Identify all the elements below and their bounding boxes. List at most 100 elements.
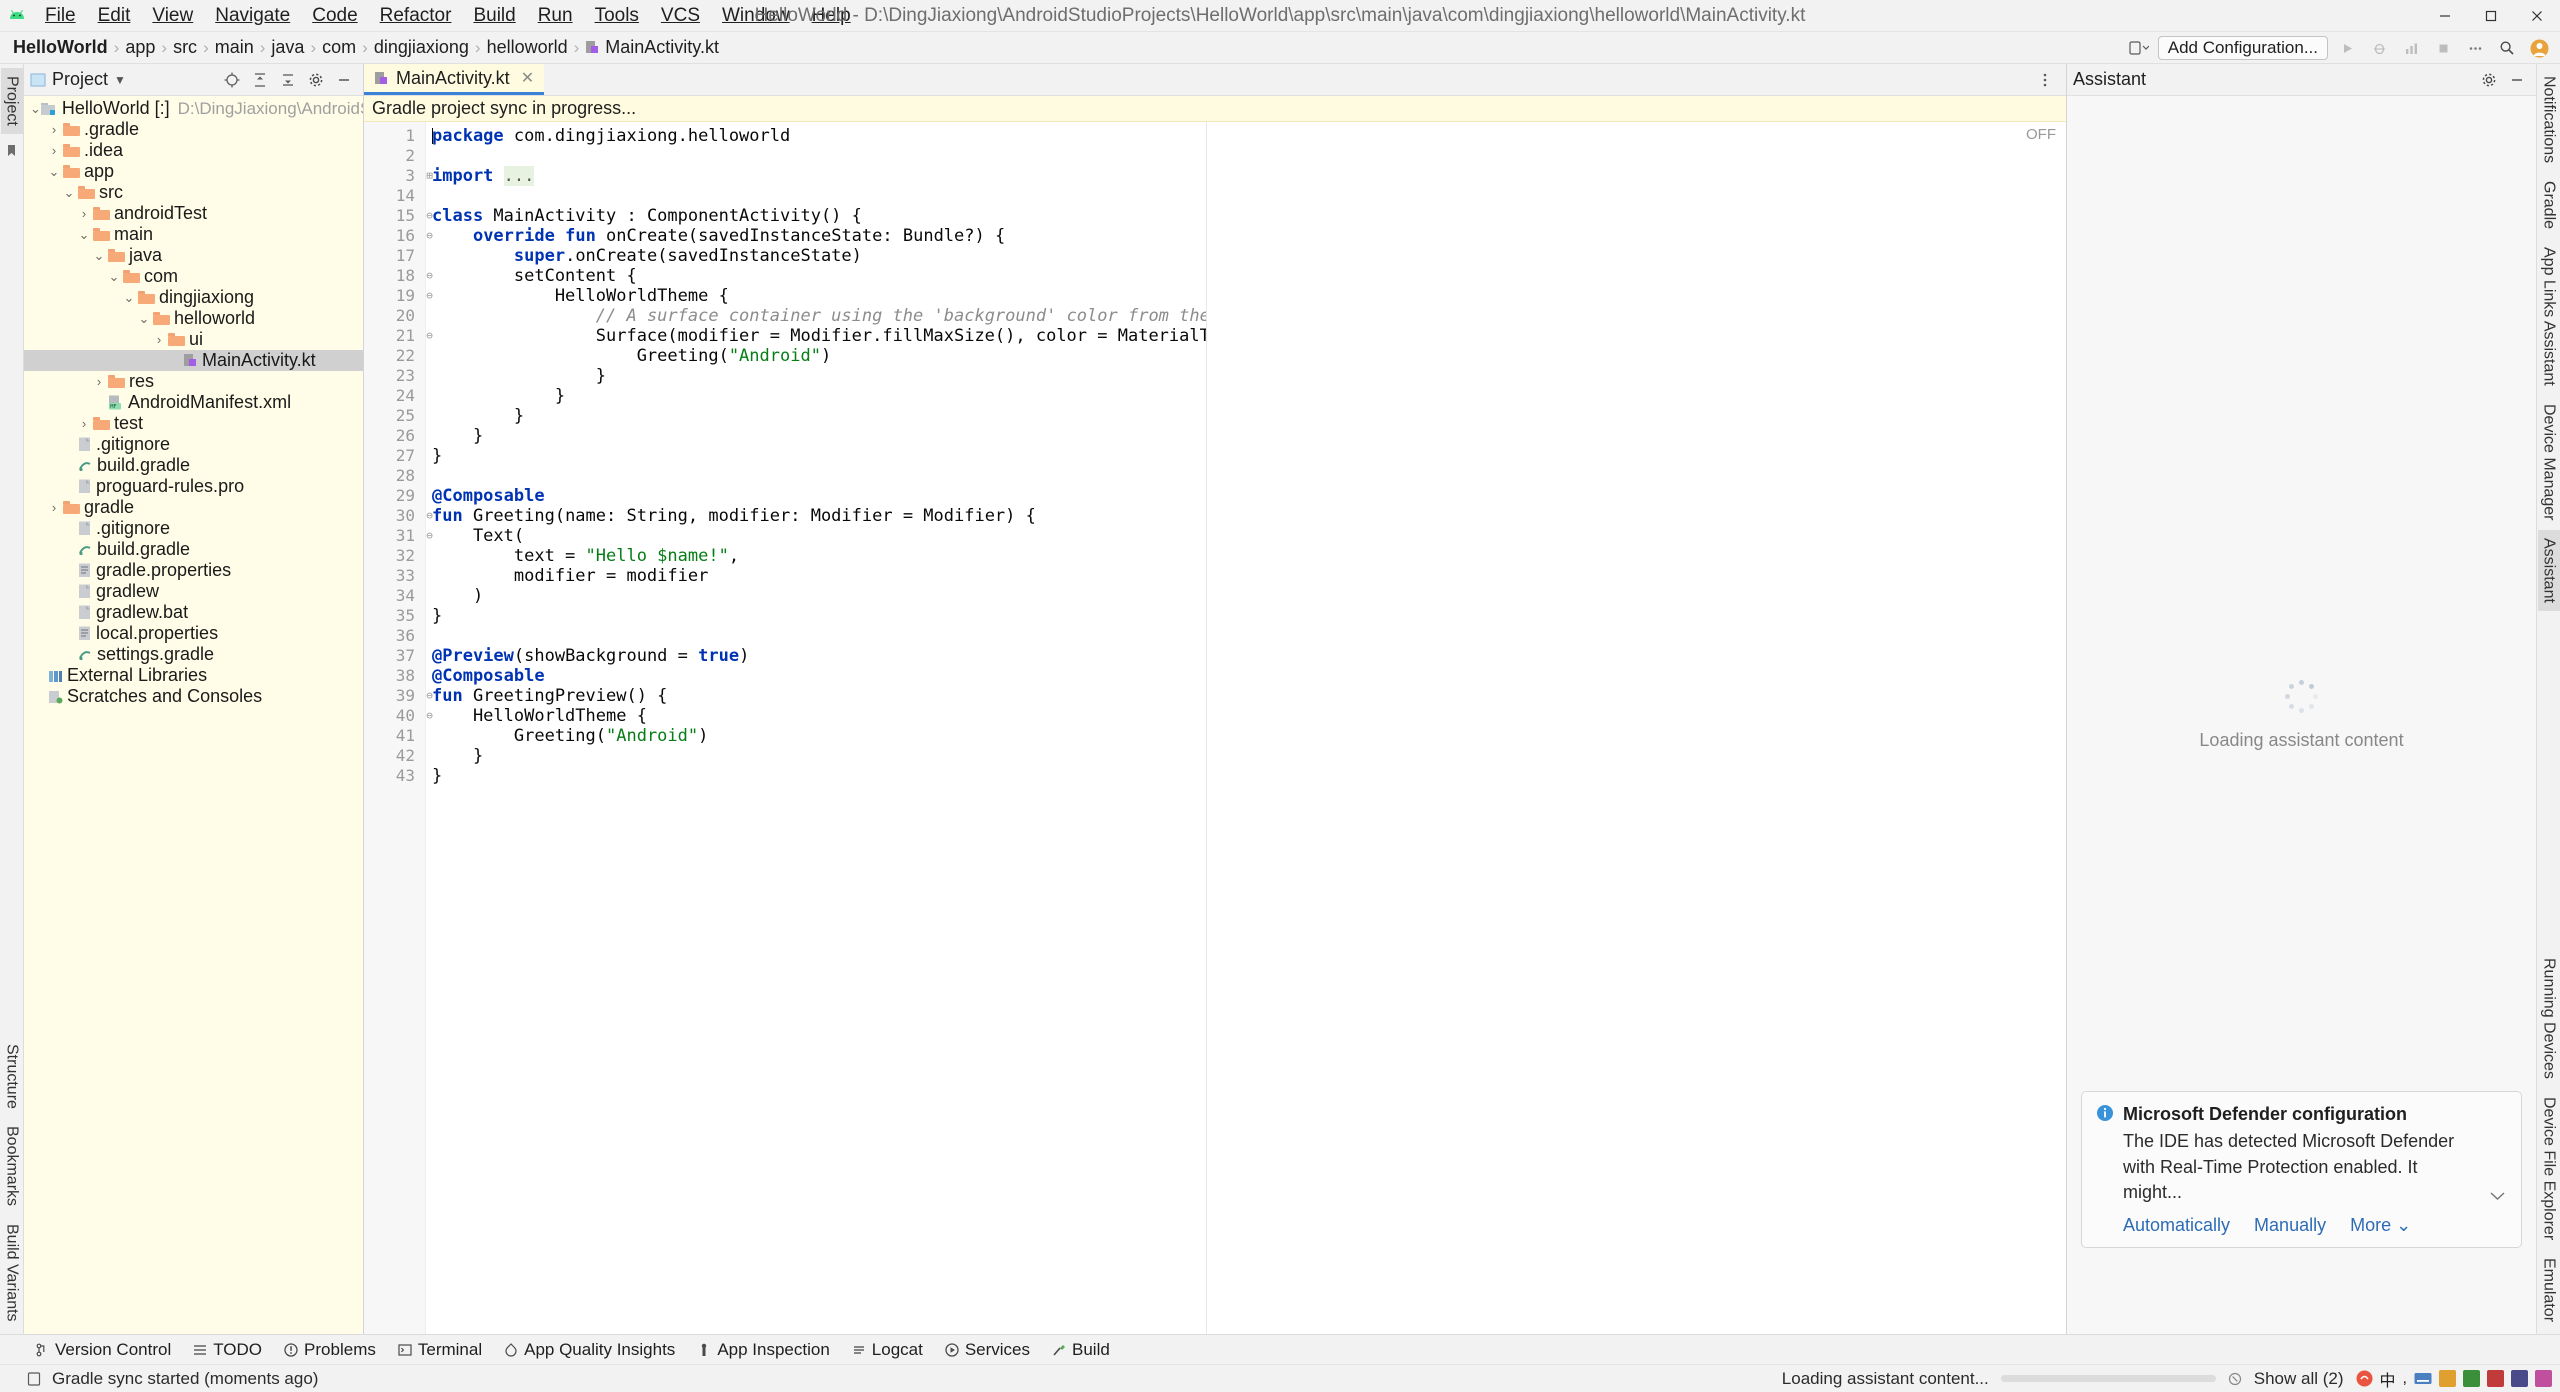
line-number[interactable]: 22	[364, 346, 425, 366]
tree-node-gradle-properties[interactable]: gradle.properties	[24, 560, 363, 581]
tool-window-services[interactable]: Services	[936, 1337, 1039, 1363]
tree-node-helloworld[interactable]: ⌄ helloworld	[24, 308, 363, 329]
code-line[interactable]: }	[432, 366, 1206, 386]
expand-all-icon[interactable]	[247, 68, 273, 92]
line-number[interactable]: 28	[364, 466, 425, 486]
line-number[interactable]: 30 ⊖	[364, 506, 433, 526]
editor-tab-mainactivity[interactable]: MainActivity.kt ✕	[364, 64, 545, 95]
chevron-down-icon[interactable]: ▼	[114, 73, 126, 87]
code-line[interactable]: override fun onCreate(savedInstanceState…	[432, 226, 1206, 246]
code-line[interactable]: }	[432, 746, 1206, 766]
line-number[interactable]: 2	[364, 146, 425, 166]
code-line[interactable]: Surface(modifier = Modifier.fillMaxSize(…	[432, 326, 1206, 346]
avatar[interactable]	[2526, 36, 2552, 60]
line-number[interactable]: 29	[364, 486, 425, 506]
code-line[interactable]: text = "Hello $name!",	[432, 546, 1206, 566]
tool-window-build[interactable]: Build	[1043, 1337, 1119, 1363]
code-line[interactable]: HelloWorldTheme {	[432, 706, 1206, 726]
breadcrumb-item-src[interactable]: src	[168, 35, 202, 60]
menu-tools[interactable]: Tools	[584, 1, 650, 31]
chevron-down-icon[interactable]: ⌄	[90, 248, 108, 264]
code-line[interactable]: HelloWorldTheme {	[432, 286, 1206, 306]
chevron-down-icon[interactable]: ⌄	[45, 164, 63, 180]
notification-action-manually[interactable]: Manually	[2254, 1215, 2326, 1236]
event-log-icon[interactable]	[26, 1371, 42, 1387]
line-number[interactable]: 35	[364, 606, 425, 626]
tree-node-scratches-and-consoles[interactable]: Scratches and Consoles	[24, 686, 363, 707]
code-line[interactable]	[432, 466, 1206, 486]
tree-node-gradlew-bat[interactable]: gradlew.bat	[24, 602, 363, 623]
line-number[interactable]: 43	[364, 766, 425, 786]
rail-bookmark-icon[interactable]	[3, 136, 20, 165]
tree-node-java[interactable]: ⌄ java	[24, 245, 363, 266]
gear-icon[interactable]	[303, 68, 329, 92]
line-number[interactable]: 23	[364, 366, 425, 386]
breadcrumb-item-dingjiaxiong[interactable]: dingjiaxiong	[369, 35, 474, 60]
code-line[interactable]: }	[432, 386, 1206, 406]
code-line[interactable]: @Preview(showBackground = true)	[432, 646, 1206, 666]
line-number[interactable]: 34	[364, 586, 425, 606]
line-number[interactable]: 27	[364, 446, 425, 466]
code-line[interactable]: @Composable	[432, 486, 1206, 506]
gear-icon[interactable]	[2476, 68, 2502, 92]
line-number[interactable]: 19 ⊖	[364, 286, 433, 306]
notification-action-automatically[interactable]: Automatically	[2123, 1215, 2230, 1236]
collapse-all-icon[interactable]	[275, 68, 301, 92]
sidebar-item-running-devices[interactable]: Running Devices	[2538, 950, 2560, 1087]
code-line[interactable]: Greeting("Android")	[432, 726, 1206, 746]
menu-refactor[interactable]: Refactor	[369, 1, 463, 31]
sidebar-item-device-file-explorer[interactable]: Device File Explorer	[2538, 1089, 2560, 1248]
menu-file[interactable]: File	[34, 1, 87, 31]
line-number[interactable]: 31 ⊖	[364, 526, 433, 546]
profile-icon[interactable]	[2398, 36, 2424, 60]
line-number[interactable]: 42	[364, 746, 425, 766]
line-number[interactable]: 41	[364, 726, 425, 746]
chevron-right-icon[interactable]: ›	[90, 374, 108, 389]
line-number[interactable]: 39 ⊖	[364, 686, 433, 706]
sidebar-item-assistant[interactable]: Assistant	[2537, 530, 2560, 612]
code-line[interactable]: }	[432, 406, 1206, 426]
tray-icon-4[interactable]	[2511, 1370, 2528, 1387]
code-line[interactable]: setContent {	[432, 266, 1206, 286]
tray-icon-1[interactable]	[2439, 1370, 2456, 1387]
add-configuration-button[interactable]: Add Configuration...	[2157, 36, 2328, 60]
tray-icon-2[interactable]	[2463, 1370, 2480, 1387]
tree-node-local-properties[interactable]: local.properties	[24, 623, 363, 644]
line-number[interactable]: 15 ⊖	[364, 206, 433, 226]
language-indicator[interactable]: 中	[2380, 1367, 2396, 1391]
tree-node--idea[interactable]: › .idea	[24, 140, 363, 161]
breadcrumb-item-file[interactable]: MainActivity.kt	[580, 35, 724, 60]
code-line[interactable]: modifier = modifier	[432, 566, 1206, 586]
line-number[interactable]: 40 ⊖	[364, 706, 433, 726]
menu-view[interactable]: View	[141, 1, 204, 31]
code-line[interactable]: }	[432, 766, 1206, 786]
hide-panel-icon[interactable]	[331, 68, 357, 92]
sidebar-item-bookmarks[interactable]: Bookmarks	[1, 1118, 23, 1214]
chevron-down-icon[interactable]: ⌄	[135, 311, 153, 327]
chevron-right-icon[interactable]: ›	[45, 122, 63, 137]
line-number[interactable]: 21 ⊖	[364, 326, 433, 346]
tree-node--gitignore[interactable]: .gitignore	[24, 518, 363, 539]
menu-vcs[interactable]: VCS	[650, 1, 711, 31]
sidebar-item-structure[interactable]: Structure	[1, 1036, 23, 1117]
code-editor[interactable]: 1 2 3 ⊞ 14 15 ⊖ 16 ⊖ 17 18 ⊖ 19 ⊖ 20 21 ⊖ 22 23 24 25 26 27 28 2…	[364, 122, 2066, 1334]
tree-node--gradle[interactable]: › .gradle	[24, 119, 363, 140]
sidebar-item-notifications[interactable]: Notifications	[2538, 68, 2560, 171]
code-line[interactable]: Text(	[432, 526, 1206, 546]
punctuation-indicator[interactable]: ,	[2403, 1370, 2407, 1388]
code-line[interactable]: fun Greeting(name: String, modifier: Mod…	[432, 506, 1206, 526]
defender-notification[interactable]: Microsoft Defender configuration The IDE…	[2081, 1091, 2522, 1248]
code-line[interactable]: package com.dingjiaxiong.helloworld	[432, 126, 1206, 146]
tool-window-logcat[interactable]: Logcat	[843, 1337, 932, 1363]
menu-edit[interactable]: Edit	[87, 1, 142, 31]
tree-node-src[interactable]: ⌄ src	[24, 182, 363, 203]
code-line[interactable]: import ...	[432, 166, 1206, 186]
tree-node-main[interactable]: ⌄ main	[24, 224, 363, 245]
tool-window-problems[interactable]: Problems	[275, 1337, 385, 1363]
line-number[interactable]: 18 ⊖	[364, 266, 433, 286]
close-button[interactable]	[2514, 0, 2560, 32]
code-line[interactable]: // A surface container using the 'backgr…	[432, 306, 1206, 326]
breadcrumb-item-com[interactable]: com	[317, 35, 361, 60]
menu-navigate[interactable]: Navigate	[204, 1, 301, 31]
tool-window-app-quality-insights[interactable]: App Quality Insights	[495, 1337, 684, 1363]
